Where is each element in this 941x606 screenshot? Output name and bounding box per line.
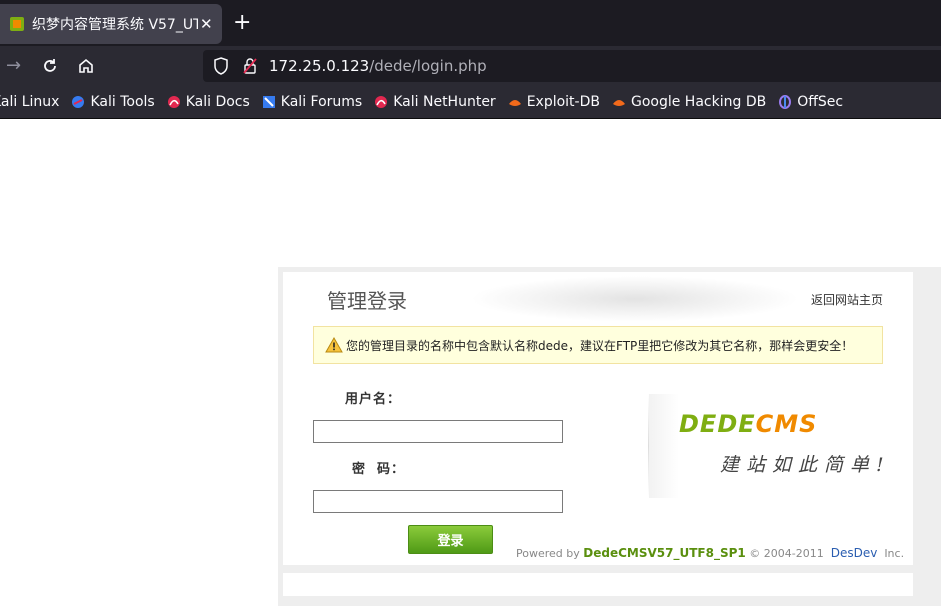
logo-dede: DEDE — [679, 410, 756, 438]
bookmark-kali-tools[interactable]: Kali Tools — [71, 94, 155, 110]
company-link[interactable]: DesDev — [831, 546, 878, 560]
bookmark-offsec[interactable]: OffSec — [778, 94, 843, 110]
bookmark-label: Kali Linux — [0, 94, 60, 110]
inc-text: Inc. — [884, 547, 905, 560]
login-button[interactable]: 登录 — [408, 525, 493, 554]
brand-slogan: 建站如此简单! — [720, 454, 891, 476]
url-text: 172.25.0.123/dede/login.php — [269, 57, 487, 75]
password-label: 密 码： — [352, 462, 406, 477]
url-path: /dede/login.php — [369, 57, 487, 75]
username-input[interactable] — [313, 420, 563, 443]
password-input[interactable] — [313, 490, 563, 513]
home-icon[interactable] — [77, 57, 95, 75]
bookmark-label: Kali NetHunter — [393, 94, 496, 110]
bookmark-label: Google Hacking DB — [630, 94, 767, 110]
kali-docs-icon — [167, 96, 180, 108]
powered-by-text: Powered by — [516, 547, 580, 560]
exploit-db-icon — [508, 100, 521, 106]
title-decoration — [470, 276, 800, 322]
offsec-icon — [779, 95, 792, 109]
brand-shadow — [649, 394, 679, 498]
ghdb-icon — [612, 100, 625, 106]
username-label: 用户名： — [345, 392, 402, 407]
kali-forums-icon — [262, 96, 275, 108]
back-to-home-link[interactable]: 返回网站主页 — [811, 291, 883, 308]
warning-icon — [325, 337, 343, 353]
browser-tab-active[interactable]: 织梦内容管理系统 V57_UTF8_SP1 ✕ — [0, 4, 222, 44]
address-bar[interactable]: 172.25.0.123/dede/login.php — [203, 50, 941, 82]
bookmark-kali-docs[interactable]: Kali Docs — [167, 94, 250, 110]
dedecms-favicon-icon — [10, 17, 24, 31]
page-title: 管理登录 — [327, 289, 407, 313]
bookmark-google-hacking-db[interactable]: Google Hacking DB — [612, 94, 766, 110]
kali-nethunter-icon — [375, 96, 388, 108]
insecure-lock-icon[interactable] — [243, 58, 257, 74]
bookmark-label: OffSec — [797, 94, 844, 110]
bookmark-kali-forums[interactable]: Kali Forums — [262, 94, 362, 110]
security-notice: 您的管理目录的名称中包含默认名称dede，建议在FTP里把它修改为其它名称，那样… — [313, 326, 883, 364]
version-text: DedeCMSV57_UTF8_SP1 — [583, 546, 746, 560]
bookmark-label: Exploit-DB — [526, 94, 600, 110]
notice-text: 您的管理目录的名称中包含默认名称dede，建议在FTP里把它修改为其它名称，那样… — [346, 338, 854, 353]
bookmark-label: Kali Docs — [185, 94, 250, 110]
bookmark-label: Kali Tools — [90, 94, 155, 110]
kali-tools-icon — [72, 96, 85, 108]
shield-icon[interactable] — [213, 57, 229, 75]
reload-icon[interactable] — [41, 57, 59, 75]
navigation-toolbar: → 172.25.0.123/dede/login.php — [0, 46, 941, 86]
new-tab-icon[interactable]: + — [233, 12, 251, 34]
tab-close-icon[interactable]: ✕ — [200, 15, 213, 33]
dedecms-logo: DEDECMS — [679, 410, 817, 438]
login-panel-footer-strip — [283, 573, 913, 596]
vertical-divider — [648, 394, 649, 498]
url-host: 172.25.0.123 — [269, 57, 370, 75]
bookmark-label: Kali Forums — [280, 94, 363, 110]
forward-arrow-icon[interactable]: → — [6, 56, 21, 76]
bookmarks-toolbar: Kali Linux Kali Tools Kali Docs Kali For… — [0, 86, 941, 119]
logo-cms: CMS — [755, 410, 818, 438]
tab-title: 织梦内容管理系统 V57_UTF8_SP1 — [32, 17, 198, 33]
bookmark-exploit-db[interactable]: Exploit-DB — [508, 94, 600, 110]
bookmark-kali-nethunter[interactable]: Kali NetHunter — [374, 94, 496, 110]
powered-by-footer: Powered by DedeCMSV57_UTF8_SP1 © 2004-20… — [516, 546, 904, 560]
copyright-text: © 2004-2011 — [749, 547, 824, 560]
bookmark-kali-linux[interactable]: Kali Linux — [0, 94, 59, 110]
tab-strip: 织梦内容管理系统 V57_UTF8_SP1 ✕ + — [0, 0, 941, 46]
